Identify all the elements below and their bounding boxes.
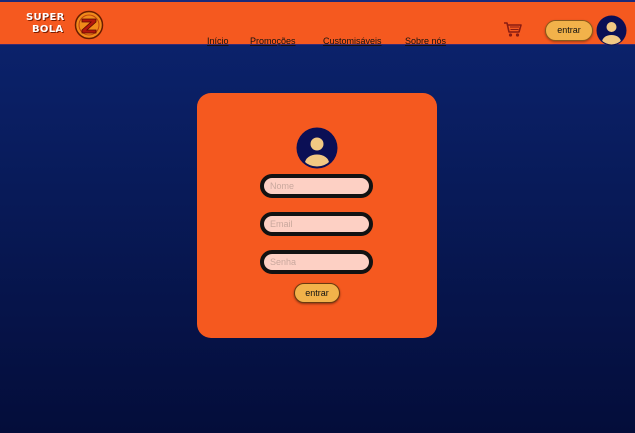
nav-link-customisaveis[interactable]: Customisáveis	[323, 36, 382, 46]
login-card: entrar	[197, 93, 437, 338]
brand-line-1: SUPER	[26, 12, 65, 23]
brand-logo[interactable]: SUPER BOLA	[26, 10, 106, 42]
login-button[interactable]: entrar	[545, 20, 593, 41]
submit-login-button[interactable]: entrar	[294, 283, 340, 303]
password-input[interactable]	[260, 250, 373, 274]
brand-line-2: BOLA	[32, 24, 64, 35]
nav-link-promocoes[interactable]: Promoções	[250, 36, 296, 46]
dragon-ball-logo-icon	[74, 10, 104, 40]
nav-link-inicio[interactable]: Início	[207, 36, 229, 46]
email-input[interactable]	[260, 212, 373, 236]
user-avatar-icon	[296, 127, 338, 169]
nav-link-sobre-nos[interactable]: Sobre nós	[405, 36, 446, 46]
brand-name: SUPER BOLA	[26, 12, 74, 36]
name-input[interactable]	[260, 174, 373, 198]
top-navbar: SUPER BOLA Início Promoções Customisávei…	[0, 0, 635, 46]
cart-icon[interactable]	[503, 21, 522, 38]
user-avatar-icon[interactable]	[596, 15, 627, 46]
